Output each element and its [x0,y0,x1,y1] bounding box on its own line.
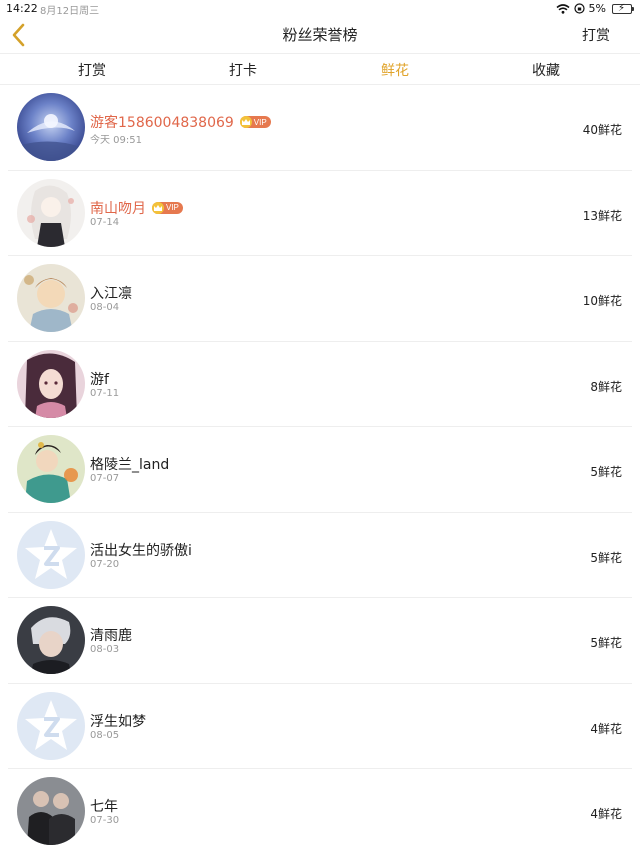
tab-checkin[interactable]: 打卡 [213,60,273,80]
list-item[interactable]: 清雨鹿 08-03 5鲜花 [0,598,640,684]
avatar[interactable] [17,520,85,589]
tab-tip[interactable]: 打赏 [62,60,122,80]
avatar[interactable] [17,178,85,247]
fan-name: 活出女生的骄傲i [90,542,192,559]
crown-icon [239,116,252,128]
fan-date: 07-14 [90,216,120,228]
status-indicators: 5% ⚡ [556,2,634,15]
avatar[interactable] [17,777,85,845]
list-item[interactable]: 浮生如梦 08-05 4鲜花 [0,684,640,770]
avatar[interactable] [17,691,85,760]
crown-icon [152,201,164,214]
battery-icon: ⚡ [612,3,634,14]
fan-name: 南山吻月 [90,200,146,217]
flower-count: 4鲜花 [590,807,622,821]
flower-count: 8鲜花 [590,379,622,394]
flower-count: 40鲜花 [582,123,622,137]
fan-date: 08-04 [90,302,120,313]
avatar[interactable] [17,93,85,161]
vip-badge: VIP [152,201,183,214]
list-item[interactable]: 格陵兰_land 07-07 5鲜花 [0,427,640,513]
fan-name: 格陵兰_land [90,457,170,473]
flower-count: 10鲜花 [582,294,622,308]
fan-name: 七年 [90,799,118,815]
fan-date: 07-11 [90,387,120,399]
wifi-icon [556,3,570,14]
nav-bar: 粉丝荣誉榜 打赏 [0,18,640,52]
vip-badge: VIP [239,116,271,128]
vip-label: VIP [166,203,179,212]
fan-date: 07-30 [90,815,120,826]
tab-favorites[interactable]: 收藏 [516,60,576,80]
list-item[interactable]: 活出女生的骄傲i 07-20 5鲜花 [0,513,640,599]
tip-button[interactable]: 打赏 [582,25,610,45]
fan-date: 今天 09:51 [90,135,142,146]
fan-name: 游f [90,371,109,388]
flower-count: 4鲜花 [590,721,622,736]
avatar[interactable] [17,264,85,332]
list-item[interactable]: 游客1586004838069 VIP 今天 09:51 40鲜花 [0,85,640,171]
vip-label: VIP [253,117,267,127]
fan-date: 07-07 [90,473,120,484]
fan-list: 游客1586004838069 VIP 今天 09:51 40鲜花 南山吻月 V… [0,85,640,853]
battery-percent: 5% [588,2,606,15]
fan-name: 清雨鹿 [90,628,132,644]
status-date: 8月12日周三 [40,6,100,17]
flower-count: 5鲜花 [590,465,622,479]
avatar[interactable] [17,349,85,418]
fan-date: 07-20 [90,558,120,570]
flower-count: 13鲜花 [582,208,622,223]
fan-name: 浮生如梦 [90,713,146,730]
status-time: 14:22 [6,2,38,15]
list-item[interactable]: 南山吻月 VIP 07-14 13鲜花 [0,171,640,257]
orientation-lock-icon [573,3,585,14]
fan-date: 08-03 [90,644,120,655]
flower-count: 5鲜花 [590,636,622,650]
list-item[interactable]: 游f 07-11 8鲜花 [0,342,640,428]
status-bar: 14:22 8月12日周三 5% ⚡ [0,0,640,18]
fan-date: 08-05 [90,729,120,741]
list-item[interactable]: 入江凛 08-04 10鲜花 [0,256,640,342]
fan-name: 游客1586004838069 [90,115,234,131]
page-title: 粉丝荣誉榜 [282,26,358,44]
list-item[interactable]: 七年 07-30 4鲜花 [0,769,640,853]
fan-name: 入江凛 [90,286,132,302]
tab-bar: 打赏 打卡 鲜花 收藏 [0,53,640,85]
avatar[interactable] [17,606,85,674]
tab-flowers[interactable]: 鲜花 [365,60,425,80]
flower-count: 5鲜花 [590,550,622,565]
avatar[interactable] [17,435,85,503]
